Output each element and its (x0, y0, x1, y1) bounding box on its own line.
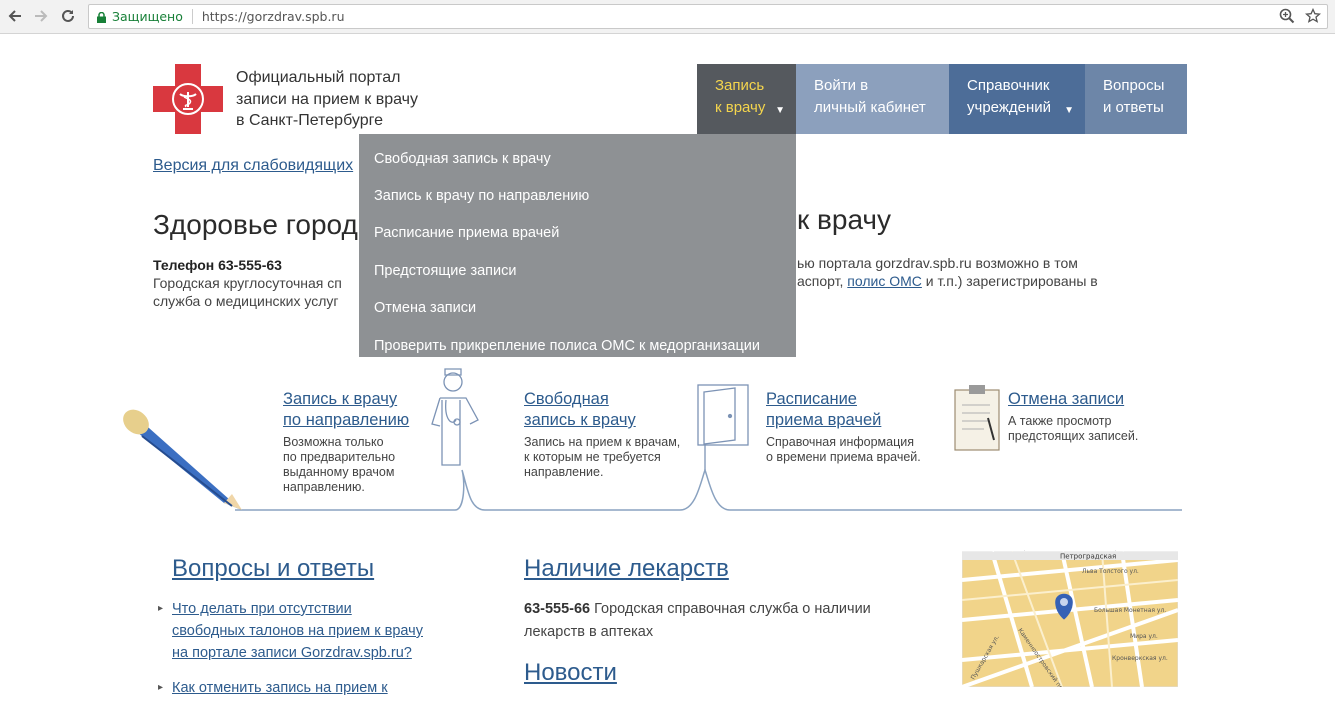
map-label: Мира ул. (1130, 633, 1158, 640)
reload-icon (62, 9, 74, 22)
doctor-icon (431, 368, 479, 466)
zoom-icon[interactable] (1279, 8, 1295, 24)
back-arrow-icon (8, 10, 21, 22)
feature-description: А также просмотр предстоящих записей. (1008, 414, 1139, 443)
feature-title-link[interactable]: Расписание приема врачей (766, 389, 921, 431)
feature-description: Справочная информация о времени приема в… (766, 435, 921, 464)
menu-login[interactable]: Войти в личный кабинет (796, 64, 949, 134)
address-separator (191, 9, 193, 24)
feature-description: Возможна только по предварительно выданн… (283, 435, 396, 494)
feature-description: Запись на прием к врачам, к которым не т… (524, 435, 681, 479)
bullet-icon: ▸ (158, 682, 164, 693)
meds-heading[interactable]: Наличие лекарств (524, 555, 729, 583)
address-bar[interactable]: Защищено https://gorzdrav.spb.ru (88, 4, 1328, 29)
menu-appointment[interactable]: Запись к врачу ▼ (697, 64, 796, 134)
dropdown-arrow-icon: ▼ (1064, 105, 1074, 116)
dropdown-item-upcoming[interactable]: Предстоящие записи (359, 252, 796, 289)
feature-schedule: Расписание приема врачей Справочная инфо… (766, 389, 921, 465)
menu-label: Вопросы и ответы (1103, 77, 1165, 116)
dropdown-item-referral[interactable]: Запись к врачу по направлению (359, 177, 796, 214)
feature-title-link[interactable]: Запись к врачу по направлению (283, 389, 409, 431)
intro-text-1: ью портала gorzdrav.spb.ru возможно в то… (797, 255, 1078, 271)
dropdown-item-schedule[interactable]: Расписание приема врачей (359, 215, 796, 252)
intro-text-2: аспорт, (797, 273, 848, 289)
meds-phone: 63-555-66 (524, 601, 591, 617)
page-heading-left: Здоровье город (153, 209, 358, 240)
bullet-icon: ▸ (158, 603, 164, 614)
forward-button[interactable] (30, 5, 52, 27)
map-label: Большая Монетная ул. (1094, 607, 1166, 614)
lock-icon (97, 11, 106, 23)
pencil-icon (123, 409, 242, 510)
feature-title-link[interactable]: Отмена записи (1008, 389, 1138, 410)
appointment-dropdown-menu: Свободная запись к врачу Запись к врачу … (359, 134, 796, 357)
faq-item-link[interactable]: Что делать при отсутствии свободных тало… (172, 598, 472, 664)
map-label: Кронверкская ул. (1112, 655, 1168, 662)
feature-title-link[interactable]: Свободная запись к врачу (524, 389, 680, 431)
dropdown-item-free-appointment[interactable]: Свободная запись к врачу (359, 140, 796, 177)
news-heading[interactable]: Новости (524, 659, 617, 687)
clinic-map[interactable]: Петроградская Льва Толстого ул. Большая … (962, 550, 1178, 687)
dropdown-arrow-icon: ▼ (775, 105, 785, 116)
bookmark-star-icon[interactable] (1305, 8, 1321, 24)
dropdown-item-cancel[interactable]: Отмена записи (359, 290, 796, 327)
map-label: Льва Толстого ул. (1082, 568, 1139, 575)
url-text[interactable]: https://gorzdrav.spb.ru (202, 9, 345, 24)
menu-label: Войти в личный кабинет (814, 77, 926, 116)
menu-label: Справочник учреждений (967, 77, 1052, 116)
phone-number: Телефон 63-555-63 (153, 257, 282, 273)
secure-label: Защищено (112, 9, 183, 24)
forward-arrow-icon (35, 10, 48, 22)
clipboard-icon (954, 385, 1000, 451)
faq-heading[interactable]: Вопросы и ответы (172, 555, 374, 583)
menu-faq[interactable]: Вопросы и ответы (1085, 64, 1187, 134)
reload-button[interactable] (57, 5, 79, 27)
low-vision-link[interactable]: Версия для слабовидящих (153, 157, 353, 175)
dropdown-item-check-policy[interactable]: Проверить прикрепление полиса ОМС к медо… (359, 327, 796, 364)
browser-toolbar: Защищено https://gorzdrav.spb.ru (0, 0, 1335, 34)
portal-title: Официальный портал записи на прием к вра… (236, 69, 418, 129)
faq-item-link[interactable]: Как отменить запись на прием к (172, 677, 472, 699)
oms-policy-link[interactable]: полис ОМС (847, 273, 922, 289)
feature-cancel: Отмена записи А также просмотр предстоящ… (1008, 389, 1138, 444)
door-icon (697, 384, 749, 470)
intro-text-3: и т.п.) зарегистрированы в (921, 273, 1098, 289)
back-button[interactable] (4, 5, 26, 27)
meds-info: 63-555-66 Городская справочная служба о … (524, 598, 914, 643)
intro-text: ью портала gorzdrav.spb.ru возможно в то… (797, 254, 1157, 290)
feature-free-appointment: Свободная запись к врачу Запись на прием… (524, 389, 680, 480)
page-heading-right: к врачу (797, 204, 892, 235)
feature-referral: Запись к врачу по направлению Возможна т… (283, 389, 409, 495)
menu-label: Запись к врачу (715, 77, 766, 116)
menu-directory[interactable]: Справочник учреждений ▼ (949, 64, 1085, 134)
site-logo[interactable] (153, 64, 223, 134)
service-description: Городская круглосуточная сп служба о мед… (153, 275, 342, 309)
map-label: Петроградская (1060, 553, 1116, 561)
